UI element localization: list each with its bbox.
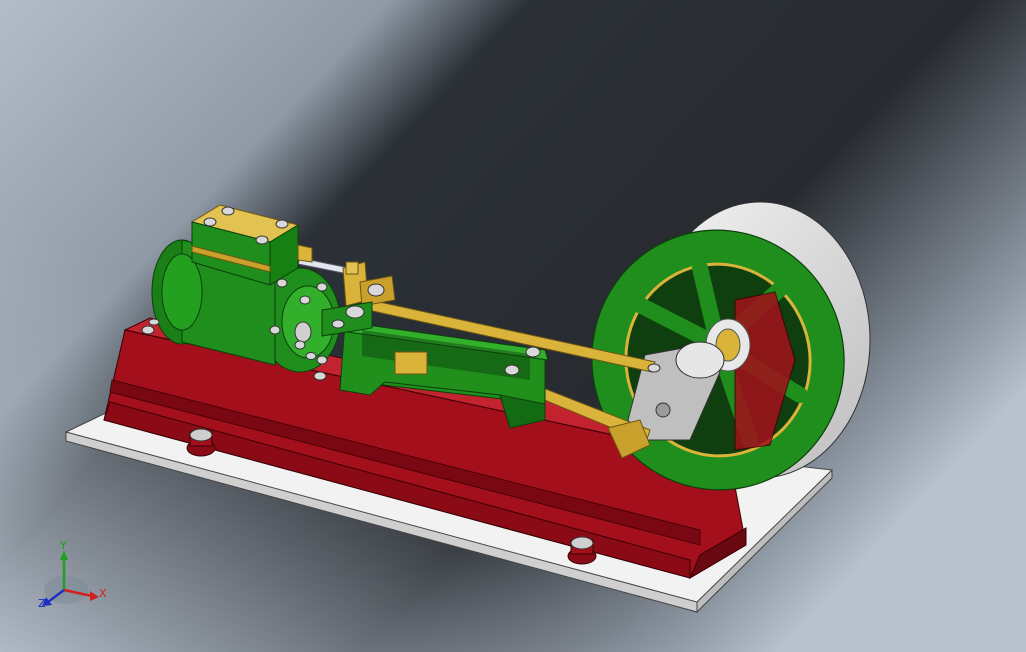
model-canvas[interactable]: Y X Z xyxy=(0,0,1026,652)
graphics-viewport[interactable]: Y X Z xyxy=(0,0,1026,652)
triad-x-label: X xyxy=(99,587,107,600)
triad-z-label: Z xyxy=(38,597,46,610)
triad-y-label: Y xyxy=(59,539,67,552)
hold-down-bolt-front-left[interactable] xyxy=(186,428,216,457)
hold-down-bolt-front-right[interactable] xyxy=(567,536,597,565)
